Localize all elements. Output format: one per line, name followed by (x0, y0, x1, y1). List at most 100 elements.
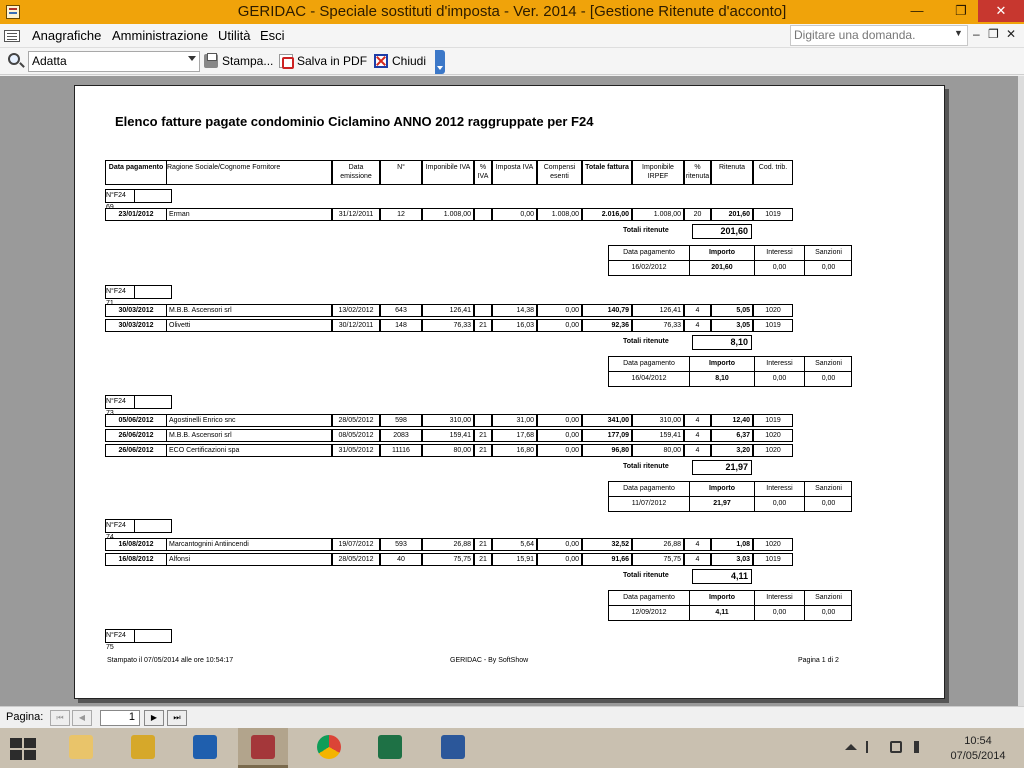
table-cell: 91,66 (582, 553, 632, 566)
table-cell: 30/12/2011 (332, 319, 380, 332)
clock[interactable]: 10:54 07/05/2014 (940, 734, 1016, 764)
table-cell: 20 (684, 208, 711, 221)
taskbar-word[interactable] (428, 728, 478, 768)
table-cell: 13/02/2012 (332, 304, 380, 317)
f24-number: 75 (106, 644, 114, 651)
table-cell: 159,41 (632, 429, 684, 442)
table-cell (474, 208, 492, 221)
table-cell: 31/05/2012 (332, 444, 380, 457)
footer-page: Pagina 1 di 2 (798, 657, 839, 664)
table-cell: 1019 (753, 208, 793, 221)
table-cell: 26/06/2012 (105, 429, 167, 442)
table-cell (474, 414, 492, 427)
taskbar-tools[interactable] (118, 728, 168, 768)
table-cell: 140,79 (582, 304, 632, 317)
mdi-minimize-button[interactable]: ‒ (973, 27, 980, 41)
f24-separator (134, 190, 135, 202)
table-cell: M.B.B. Ascensori srl (166, 429, 332, 442)
table-cell: 4 (684, 414, 711, 427)
footer-printed: Stampato il 07/05/2014 alle ore 10:54:17 (107, 657, 234, 664)
table-cell: 75,75 (422, 553, 474, 566)
payment-value: 0,00 (754, 372, 804, 387)
table-cell: 4 (684, 538, 711, 551)
payment-value: 16/02/2012 (631, 264, 667, 271)
close-icon (374, 54, 388, 68)
next-page-button[interactable]: ▶ (144, 710, 164, 726)
table-cell: 14,38 (492, 304, 537, 317)
tools-icon (131, 735, 155, 759)
table-cell: 12 (380, 208, 422, 221)
hdr-imponibile-irpef: Imponibile IRPEF (632, 160, 684, 185)
f24-separator (134, 396, 135, 408)
table-cell: 0,00 (537, 429, 582, 442)
flag-icon[interactable] (866, 741, 878, 753)
totali-ritenute-label: Totali ritenute (623, 227, 669, 234)
page-number-input[interactable]: 1 (100, 710, 140, 726)
power-icon[interactable] (890, 741, 902, 753)
taskbar-excel[interactable] (365, 728, 415, 768)
table-cell: 4 (684, 304, 711, 317)
payment-box: Data pagamento Importo Interessi Sanzioni 12… (608, 590, 852, 621)
windows-start-button[interactable] (10, 738, 38, 762)
chevron-down-icon[interactable] (188, 56, 196, 61)
table-cell: 593 (380, 538, 422, 551)
help-search-input[interactable]: Digitare una domanda. (790, 25, 968, 46)
payment-header: Importo (689, 357, 754, 372)
taskbar-file-explorer[interactable] (56, 728, 106, 768)
speaker-icon[interactable] (914, 741, 926, 753)
taskbar-chrome[interactable] (304, 728, 354, 768)
table-cell: 08/05/2012 (332, 429, 380, 442)
menu-utilita[interactable]: Utilità (218, 28, 251, 43)
form-icon[interactable] (4, 30, 20, 42)
mdi-restore-button[interactable]: ❐ (988, 27, 999, 41)
totali-ritenute-label: Totali ritenute (623, 572, 669, 579)
payment-box: Data pagamento Importo Interessi Sanzioni 16… (608, 245, 852, 276)
save-pdf-button[interactable]: Salva in PDF (277, 52, 367, 72)
payment-header: Sanzioni (804, 591, 852, 606)
payment-value: 0,00 (754, 261, 804, 276)
print-button[interactable]: Stampa... (202, 52, 273, 72)
hdr-perc-iva: % IVA (474, 160, 492, 185)
table-cell: 0,00 (537, 304, 582, 317)
first-page-button[interactable]: ⏮ (50, 710, 70, 726)
zoom-select[interactable]: Adatta (28, 51, 200, 72)
taskbar-access[interactable] (238, 728, 288, 768)
hdr-imponibile-iva: Imponibile IVA (422, 160, 474, 185)
table-cell: 1.008,00 (537, 208, 582, 221)
payment-value: 0,00 (804, 497, 852, 512)
table-cell: Olivetti (166, 319, 332, 332)
totali-ritenute-label: Totali ritenute (623, 463, 669, 470)
table-cell: 30/03/2012 (105, 319, 167, 332)
table-cell: 31,00 (492, 414, 537, 427)
payment-header: Interessi (754, 591, 804, 606)
chiudi-button[interactable]: Chiudi (372, 52, 426, 72)
totali-ritenute-value: 4,11 (692, 569, 752, 584)
minimize-button[interactable]: — (902, 0, 932, 22)
table-cell: 21 (474, 553, 492, 566)
table-cell: 92,36 (582, 319, 632, 332)
table-cell: 3,05 (711, 319, 753, 332)
restore-button[interactable]: ❐ (946, 0, 976, 22)
menu-anagrafiche[interactable]: Anagrafiche (32, 28, 101, 43)
f24-number-label: N°F24 75 (105, 629, 172, 651)
table-cell: 21 (474, 319, 492, 332)
prev-page-button[interactable]: ◀ (72, 710, 92, 726)
menu-amministrazione[interactable]: Amministrazione (112, 28, 208, 43)
vertical-scrollbar[interactable] (1018, 76, 1024, 706)
chevron-down-icon[interactable]: ▼ (954, 28, 963, 38)
mdi-close-button[interactable]: ✕ (1006, 27, 1016, 41)
menu-esci[interactable]: Esci (260, 28, 285, 43)
payment-value: 0,00 (754, 497, 804, 512)
table-cell: 21 (474, 538, 492, 551)
table-cell: 0,00 (537, 414, 582, 427)
close-window-button[interactable]: ✕ (978, 0, 1024, 22)
folder-icon (69, 735, 93, 759)
toolbar-options-button[interactable] (435, 50, 445, 74)
table-cell: 26/06/2012 (105, 444, 167, 457)
taskbar-outlook[interactable] (180, 728, 230, 768)
chrome-icon (317, 735, 341, 759)
show-hidden-icons-icon[interactable] (845, 744, 857, 750)
last-page-button[interactable]: ⏭ (167, 710, 187, 726)
f24-separator (134, 630, 135, 642)
excel-icon (378, 735, 402, 759)
